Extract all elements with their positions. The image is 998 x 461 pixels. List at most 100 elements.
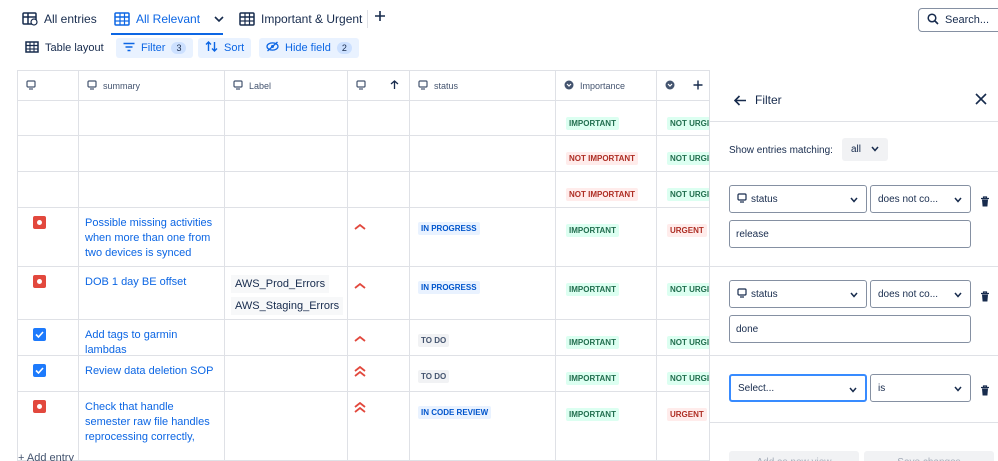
- column-header-importance[interactable]: Importance: [556, 71, 657, 101]
- add-entry-button[interactable]: + Add entry: [18, 452, 74, 461]
- summary-cell[interactable]: [79, 136, 225, 172]
- hide-field-button[interactable]: Hide field 2: [259, 38, 359, 58]
- table-layout-button[interactable]: Table layout: [18, 38, 111, 58]
- table-row[interactable]: [18, 172, 79, 208]
- search-field[interactable]: Search...: [918, 8, 998, 32]
- filter-button[interactable]: Filter 3: [116, 38, 194, 58]
- summary-cell[interactable]: DOB 1 day BE offset: [79, 267, 225, 320]
- status-cell[interactable]: TO DO: [410, 320, 556, 356]
- label-chip[interactable]: AWS_Prod_Errors: [231, 275, 330, 293]
- label-cell[interactable]: [225, 392, 348, 460]
- rule-operator-select[interactable]: does not co...: [870, 185, 971, 213]
- status-cell[interactable]: [410, 101, 556, 136]
- field-icon: [737, 287, 747, 301]
- rule-value-input[interactable]: release: [729, 220, 971, 248]
- label-chip[interactable]: AWS_Staging_Errors: [231, 297, 344, 315]
- importance-cell[interactable]: IMPORTANT: [556, 208, 657, 267]
- add-column-icon[interactable]: [693, 80, 709, 92]
- status-cell[interactable]: [410, 172, 556, 208]
- rule-operator-select[interactable]: is: [870, 374, 971, 402]
- tab-important-urgent[interactable]: Important & Urgent: [239, 8, 362, 30]
- arrow-left-icon[interactable]: [733, 93, 747, 111]
- urgency-cell[interactable]: NOT URGI: [657, 101, 709, 136]
- tab-all-entries[interactable]: All entries: [22, 8, 97, 30]
- close-icon[interactable]: [975, 92, 987, 110]
- urgency-cell[interactable]: URGENT: [657, 392, 709, 460]
- urgency-cell[interactable]: NOT URGI: [657, 356, 709, 392]
- label-cell[interactable]: [225, 356, 348, 392]
- table-row[interactable]: [18, 101, 79, 136]
- label-cell[interactable]: [225, 320, 348, 356]
- tab-all-relevant[interactable]: All Relevant: [114, 8, 224, 30]
- rule-field-select[interactable]: Select...: [729, 374, 867, 402]
- table-row[interactable]: [18, 392, 79, 460]
- status-cell[interactable]: [410, 136, 556, 172]
- priority-cell[interactable]: [348, 320, 410, 356]
- rule-field-value: status: [751, 193, 778, 205]
- chevron-down-icon[interactable]: [214, 12, 224, 26]
- status-lozenge: TO DO: [418, 334, 450, 347]
- trash-icon[interactable]: [980, 289, 990, 307]
- table-row[interactable]: [18, 320, 79, 356]
- table-row[interactable]: [18, 136, 79, 172]
- importance-cell[interactable]: IMPORTANT: [556, 356, 657, 392]
- priority-cell[interactable]: [348, 101, 410, 136]
- label-cell[interactable]: [225, 101, 348, 136]
- label-cell[interactable]: [225, 208, 348, 267]
- summary-cell[interactable]: Check that handle semester raw file hand…: [79, 392, 225, 460]
- summary-cell[interactable]: Add tags to garmin lambdas: [79, 320, 225, 356]
- status-cell[interactable]: TO DO: [410, 356, 556, 392]
- rule-operator-select[interactable]: does not co...: [870, 280, 971, 308]
- column-header-urgency[interactable]: [657, 71, 709, 101]
- importance-cell[interactable]: IMPORTANT: [556, 267, 657, 320]
- column-header-summary[interactable]: summary: [79, 71, 225, 101]
- priority-cell[interactable]: [348, 172, 410, 208]
- label-cell[interactable]: [225, 172, 348, 208]
- add-as-new-view-button[interactable]: Add as new view: [729, 451, 859, 461]
- urgency-cell[interactable]: NOT URGI: [657, 172, 709, 208]
- priority-cell[interactable]: [348, 356, 410, 392]
- bug-icon: [33, 275, 46, 288]
- sort-button[interactable]: Sort: [198, 38, 252, 58]
- importance-cell[interactable]: IMPORTANT: [556, 101, 657, 136]
- trash-icon[interactable]: [980, 194, 990, 212]
- table-row[interactable]: [18, 356, 79, 392]
- urgency-cell[interactable]: NOT URGI: [657, 267, 709, 320]
- table-row[interactable]: [18, 208, 79, 267]
- column-header-status[interactable]: status: [410, 71, 556, 101]
- sort-ascending-icon[interactable]: [390, 79, 405, 92]
- importance-cell[interactable]: IMPORTANT: [556, 320, 657, 356]
- column-header-priority[interactable]: [348, 71, 410, 101]
- status-cell[interactable]: IN PROGRESS: [410, 208, 556, 267]
- rule-field-select[interactable]: status: [729, 280, 867, 308]
- summary-cell[interactable]: [79, 172, 225, 208]
- priority-cell[interactable]: [348, 136, 410, 172]
- priority-cell[interactable]: [348, 267, 410, 320]
- importance-lozenge: IMPORTANT: [566, 408, 619, 421]
- status-cell[interactable]: IN CODE REVIEW: [410, 392, 556, 460]
- column-header-label[interactable]: Label: [225, 71, 348, 101]
- match-mode-select[interactable]: all: [842, 138, 888, 161]
- label-cell[interactable]: [225, 136, 348, 172]
- save-changes-button[interactable]: Save changes: [864, 451, 994, 461]
- urgency-cell[interactable]: URGENT: [657, 208, 709, 267]
- urgency-cell[interactable]: NOT URGI: [657, 136, 709, 172]
- importance-cell[interactable]: NOT IMPORTANT: [556, 136, 657, 172]
- priority-cell[interactable]: [348, 208, 410, 267]
- status-cell[interactable]: IN PROGRESS: [410, 267, 556, 320]
- column-header-type[interactable]: [18, 71, 79, 101]
- priority-high-icon: [354, 400, 366, 418]
- summary-cell[interactable]: [79, 101, 225, 136]
- add-view-button[interactable]: [374, 9, 386, 27]
- priority-cell[interactable]: [348, 392, 410, 460]
- importance-cell[interactable]: IMPORTANT: [556, 392, 657, 460]
- importance-cell[interactable]: NOT IMPORTANT: [556, 172, 657, 208]
- trash-icon[interactable]: [980, 383, 990, 401]
- label-cell[interactable]: AWS_Prod_Errors AWS_Staging_Errors: [225, 267, 348, 320]
- rule-field-select[interactable]: status: [729, 185, 867, 213]
- summary-cell[interactable]: Possible missing activities when more th…: [79, 208, 225, 267]
- urgency-cell[interactable]: NOT URGI: [657, 320, 709, 356]
- table-row[interactable]: [18, 267, 79, 320]
- summary-cell[interactable]: Review data deletion SOP: [79, 356, 225, 392]
- rule-value-input[interactable]: done: [729, 315, 971, 343]
